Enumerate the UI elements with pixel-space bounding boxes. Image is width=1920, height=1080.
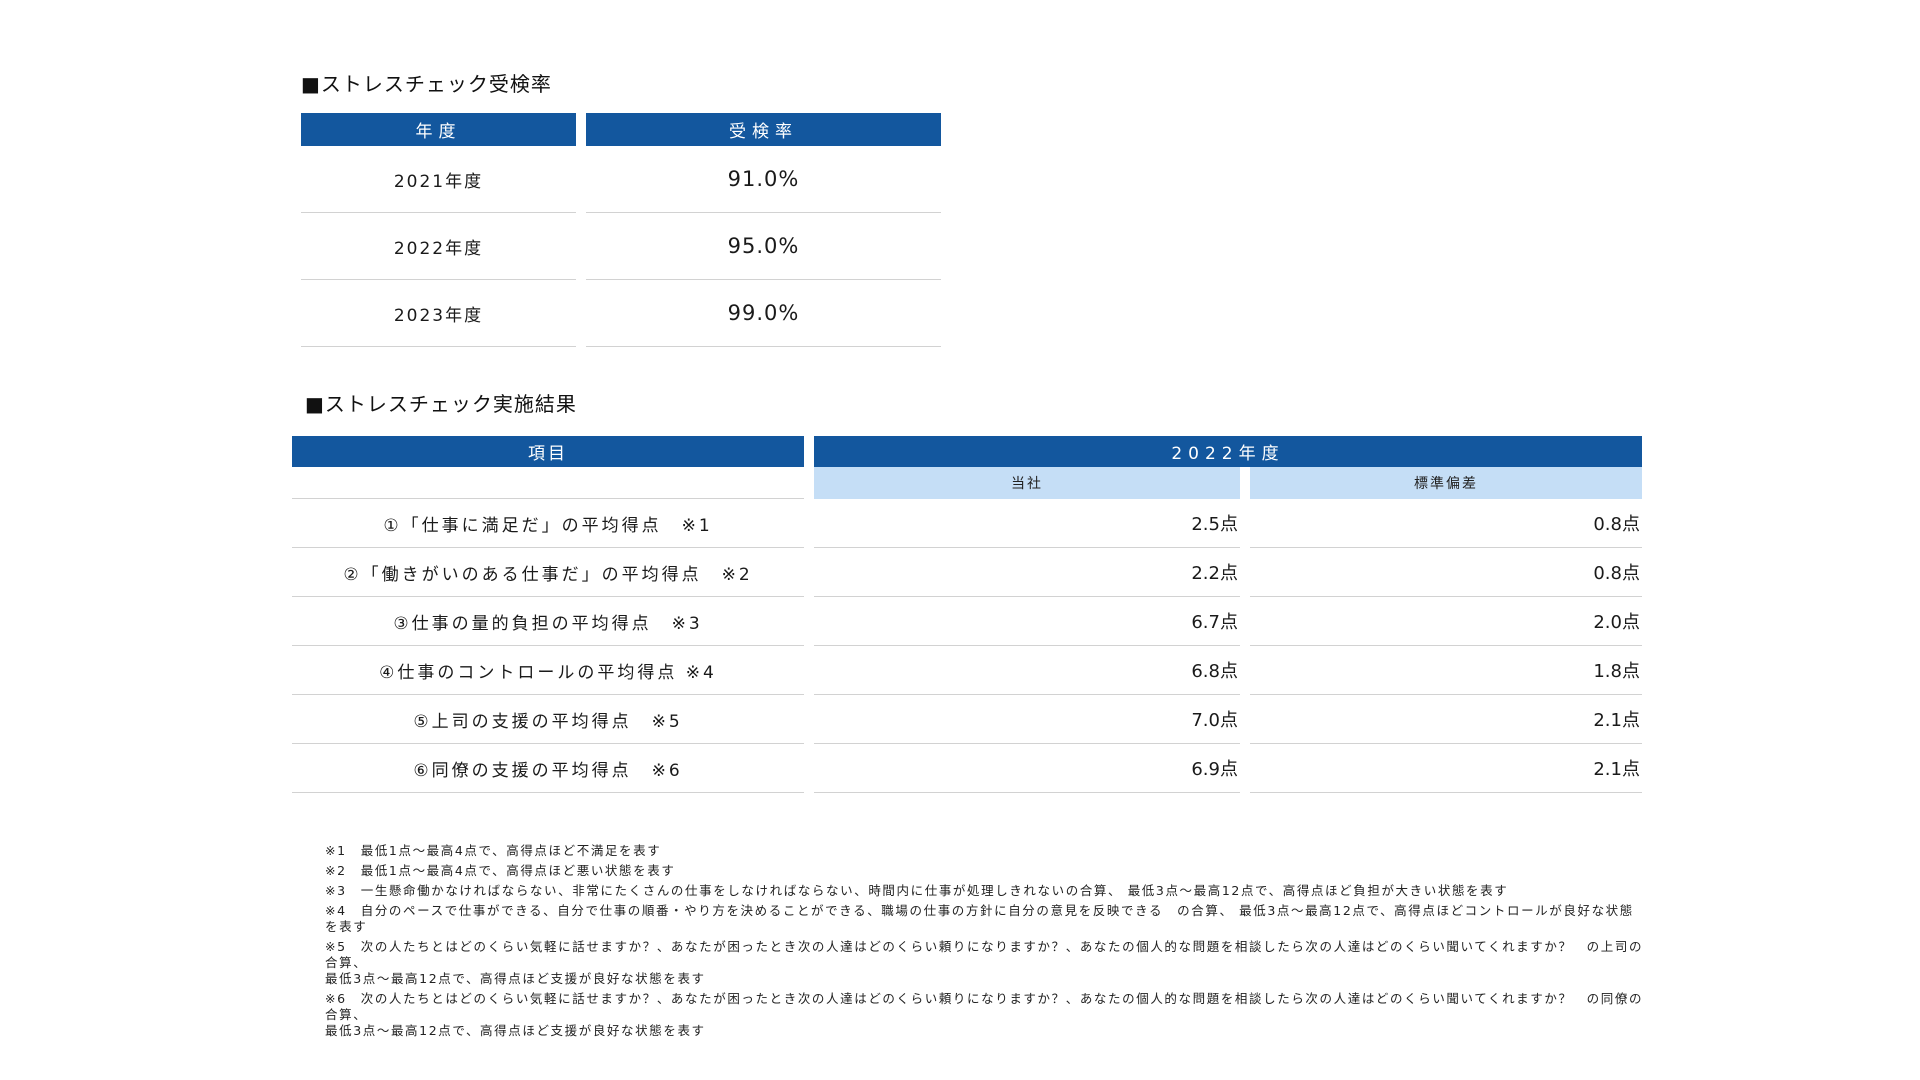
- table-row: 2021年度 91.0%: [301, 146, 941, 213]
- stddev-cell: 2.1点: [1250, 744, 1642, 793]
- section-title-rate: ■ストレスチェック受検率: [301, 72, 552, 96]
- footnote-6: ※6 次の人たちとはどのくらい気軽に話せますか？、あなたが困ったとき次の人達はど…: [325, 991, 1644, 1022]
- exam-rate-table: 年度 受検率 2021年度 91.0% 2022年度 95.0% 2023年度 …: [291, 113, 951, 347]
- footnote-1: ※1 最低1点〜最高4点で、高得点ほど不満足を表す: [325, 843, 662, 858]
- stddev-cell: 1.8点: [1250, 646, 1642, 695]
- footnote-5: ※5 次の人たちとはどのくらい気軽に話せますか？、あなたが困ったとき次の人達はど…: [325, 939, 1644, 970]
- section-title-results: ■ストレスチェック実施結果: [305, 392, 577, 416]
- header-stddev: 標準偏差: [1250, 467, 1642, 499]
- header-rate: 受検率: [586, 113, 941, 146]
- table-row: 2023年度 99.0%: [301, 280, 941, 347]
- company-cell: 6.7点: [814, 597, 1240, 646]
- table-row: ①「仕事に満足だ」の平均得点 ※1 2.5点 0.8点: [292, 499, 1642, 548]
- company-cell: 2.2点: [814, 548, 1240, 597]
- footnote-6-cont: 最低3点〜最高12点で、高得点ほど支援が良好な状態を表す: [325, 1023, 706, 1038]
- footnote-4: ※4 自分のペースで仕事ができる、自分で仕事の順番・やり方を決めることができる、…: [325, 903, 1634, 934]
- table-row: ⑥同僚の支援の平均得点 ※6 6.9点 2.1点: [292, 744, 1642, 793]
- company-cell: 2.5点: [814, 499, 1240, 548]
- table-row: ③仕事の量的負担の平均得点 ※3 6.7点 2.0点: [292, 597, 1642, 646]
- stddev-cell: 0.8点: [1250, 548, 1642, 597]
- company-cell: 6.8点: [814, 646, 1240, 695]
- header-blank: [292, 467, 804, 499]
- item-cell: ②「働きがいのある仕事だ」の平均得点 ※2: [292, 548, 804, 597]
- table-row: ②「働きがいのある仕事だ」の平均得点 ※2 2.2点 0.8点: [292, 548, 1642, 597]
- footnote-2: ※2 最低1点〜最高4点で、高得点ほど悪い状態を表す: [325, 863, 676, 878]
- item-cell: ①「仕事に満足だ」の平均得点 ※1: [292, 499, 804, 548]
- header-item: 項目: [292, 436, 804, 467]
- header-company: 当社: [814, 467, 1240, 499]
- company-cell: 6.9点: [814, 744, 1240, 793]
- table-row: ④仕事のコントロールの平均得点 ※4 6.8点 1.8点: [292, 646, 1642, 695]
- table-row: 2022年度 95.0%: [301, 213, 941, 280]
- item-cell: ⑥同僚の支援の平均得点 ※6: [292, 744, 804, 793]
- stddev-cell: 2.0点: [1250, 597, 1642, 646]
- footnote-5-cont: 最低3点〜最高12点で、高得点ほど支援が良好な状態を表す: [325, 971, 706, 986]
- item-cell: ③仕事の量的負担の平均得点 ※3: [292, 597, 804, 646]
- rate-cell: 99.0%: [586, 280, 941, 347]
- table-row: ⑤上司の支援の平均得点 ※5 7.0点 2.1点: [292, 695, 1642, 744]
- rate-cell: 95.0%: [586, 213, 941, 280]
- item-cell: ⑤上司の支援の平均得点 ※5: [292, 695, 804, 744]
- header-year-2022: 2022年度: [814, 436, 1642, 467]
- item-cell: ④仕事のコントロールの平均得点 ※4: [292, 646, 804, 695]
- stress-results-table: 項目 2022年度 当社 標準偏差 ①「仕事に満足だ」の平均得点 ※1 2.5点…: [282, 436, 1652, 793]
- year-cell: 2023年度: [301, 280, 576, 347]
- company-cell: 7.0点: [814, 695, 1240, 744]
- header-year: 年度: [301, 113, 576, 146]
- year-cell: 2021年度: [301, 146, 576, 213]
- stddev-cell: 2.1点: [1250, 695, 1642, 744]
- footnotes: ※1 最低1点〜最高4点で、高得点ほど不満足を表す ※2 最低1点〜最高4点で、…: [325, 843, 1645, 1043]
- stddev-cell: 0.8点: [1250, 499, 1642, 548]
- rate-cell: 91.0%: [586, 146, 941, 213]
- footnote-3: ※3 一生懸命働かなければならない、非常にたくさんの仕事をしなければならない、時…: [325, 883, 1509, 898]
- year-cell: 2022年度: [301, 213, 576, 280]
